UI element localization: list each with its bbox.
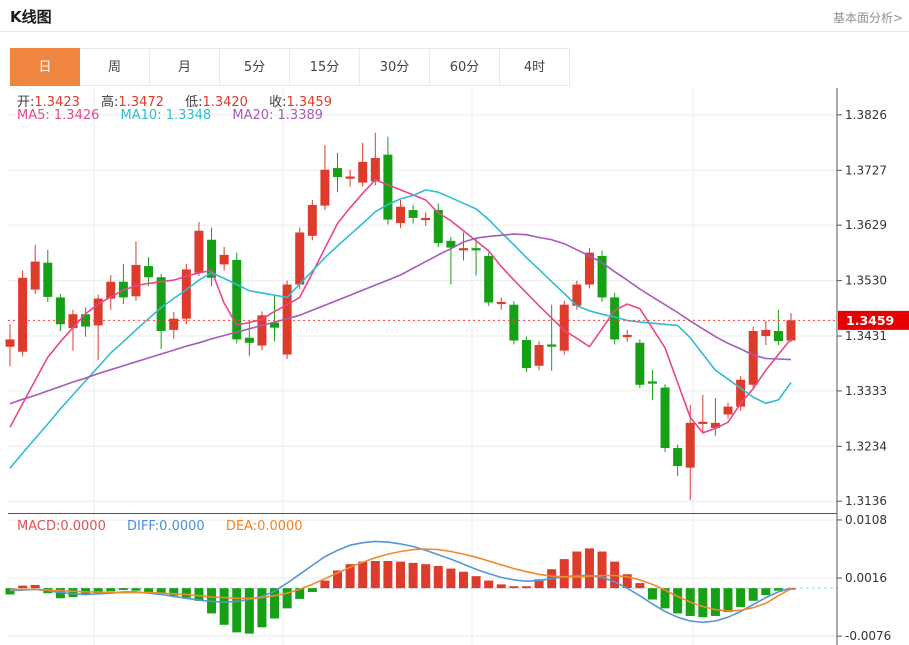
tab-5min[interactable]: 5分 [220, 48, 290, 86]
header-bar: K线图 基本面分析> [0, 0, 909, 32]
svg-text:-0.0076: -0.0076 [845, 629, 891, 643]
svg-text:1.3333: 1.3333 [845, 384, 887, 398]
svg-text:1.3826: 1.3826 [845, 108, 887, 122]
svg-text:1.3727: 1.3727 [845, 163, 887, 177]
tab-60min[interactable]: 60分 [430, 48, 500, 86]
price-axis-labels: 1.3826 1.3727 1.3629 1.3530 1.3431 1.3333 1.32… [837, 108, 891, 643]
tab-15min[interactable]: 15分 [290, 48, 360, 86]
fundamental-analysis-link[interactable]: 基本面分析> [833, 9, 903, 26]
svg-text:1.3136: 1.3136 [845, 494, 887, 508]
tab-30min[interactable]: 30分 [360, 48, 430, 86]
svg-text:1.3629: 1.3629 [845, 218, 887, 232]
candles-layer [6, 133, 796, 500]
svg-text:1.3234: 1.3234 [845, 439, 887, 453]
tab-4hour[interactable]: 4时 [500, 48, 570, 86]
macd-histogram [6, 548, 796, 633]
tab-day[interactable]: 日 [10, 48, 80, 86]
current-price-badge: 1.3459 [838, 311, 909, 330]
svg-text:1.3530: 1.3530 [845, 274, 887, 288]
page-title: K线图 [10, 6, 52, 27]
tab-month[interactable]: 月 [150, 48, 220, 86]
period-tab-bar: 日 周 月 5分 15分 30分 60分 4时 [10, 48, 570, 86]
svg-text:0.0108: 0.0108 [845, 513, 887, 527]
svg-text:1.3431: 1.3431 [845, 329, 887, 343]
ma20-line [10, 234, 791, 404]
svg-text:0.0016: 0.0016 [845, 571, 887, 585]
kline-chart-canvas[interactable]: 1.3826 1.3727 1.3629 1.3530 1.3431 1.3333 1.32… [0, 88, 909, 645]
ma10-line [10, 190, 791, 468]
tab-week[interactable]: 周 [80, 48, 150, 86]
svg-text:1.3459: 1.3459 [846, 313, 894, 328]
